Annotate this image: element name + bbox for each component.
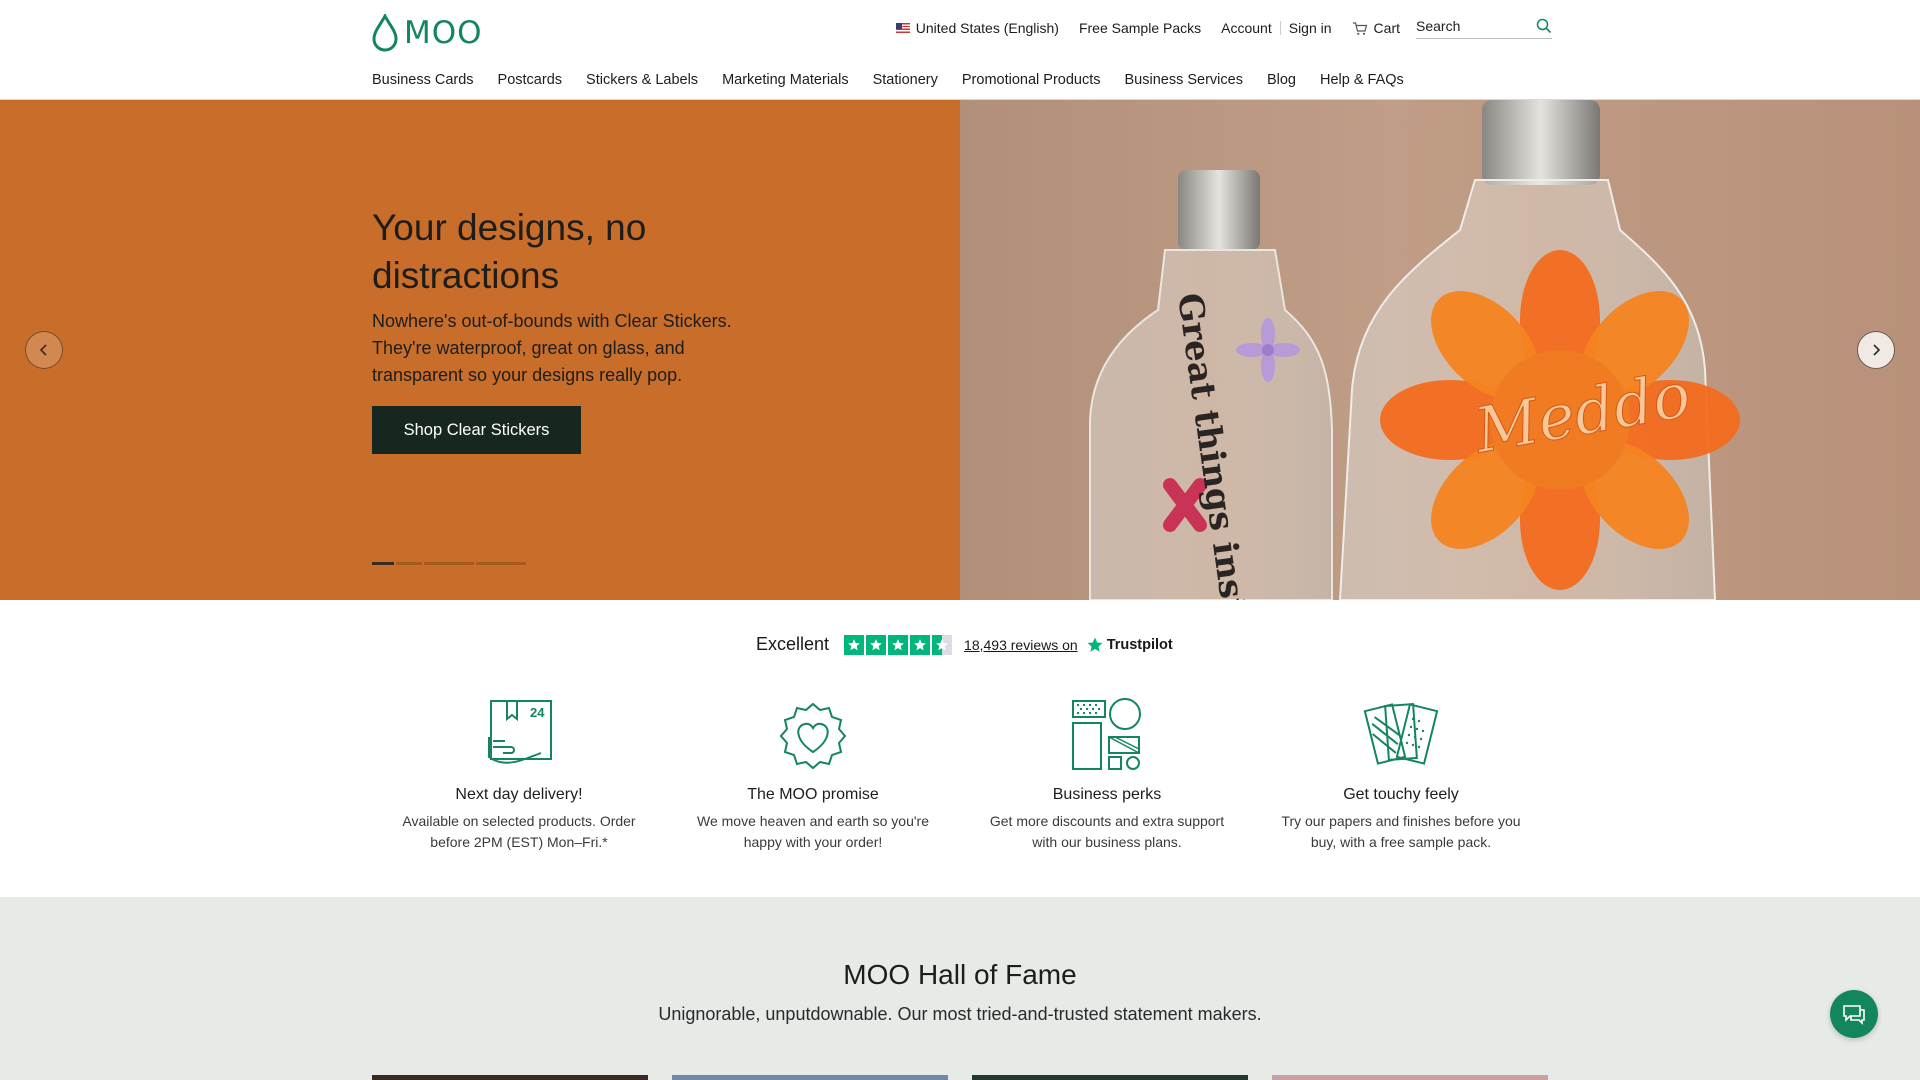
nav-stickers-labels[interactable]: Stickers & Labels: [586, 72, 698, 88]
nav-blog[interactable]: Blog: [1267, 72, 1296, 88]
feature-text: Get more discounts and extra support wit…: [989, 813, 1225, 850]
feature-moo-promise: The MOO promise We move heaven and earth…: [666, 696, 960, 853]
page: MOO United States (English) Free Sample …: [0, 0, 1920, 1080]
free-sample-packs-label: Free Sample Packs: [1078, 20, 1202, 36]
carousel-dot-1[interactable]: [372, 562, 394, 565]
feature-text: We move heaven and earth so you're happy…: [697, 813, 929, 850]
star-icon: [866, 634, 887, 655]
delivery-badge: 24: [530, 705, 545, 720]
us-flag-icon: [895, 23, 910, 33]
sign-in-link[interactable]: Sign in: [1281, 20, 1342, 36]
feature-title: The MOO promise: [747, 786, 879, 803]
hall-of-fame-section: MOO Hall of Fame Unignorable, unputdowna…: [0, 897, 1920, 1080]
feature-title: Business perks: [1052, 786, 1162, 803]
region-selector[interactable]: United States (English): [886, 20, 1069, 36]
half-star-icon: [932, 634, 953, 655]
carousel-dot-2[interactable]: [396, 562, 422, 565]
heart-badge-icon: [779, 702, 847, 770]
carousel-indicators: [372, 562, 526, 565]
hall-of-fame-subtitle: Unignorable, unputdownable. Our most tri…: [658, 1004, 1262, 1024]
account-label: Account: [1221, 20, 1272, 36]
hero-description: Nowhere's out-of-bounds with Clear Stick…: [372, 311, 732, 385]
free-sample-packs-link[interactable]: Free Sample Packs: [1069, 20, 1211, 36]
carousel-dot-3[interactable]: [424, 562, 474, 565]
product-card[interactable]: [672, 1075, 948, 1080]
nav-promotional-products[interactable]: Promotional Products: [962, 72, 1101, 88]
trustpilot-reviews-link[interactable]: 18,493 reviews on: [964, 637, 1078, 653]
trustpilot-rating-label: Excellent: [756, 634, 830, 654]
trustpilot-star-icon: [1087, 637, 1103, 652]
nav-marketing-materials[interactable]: Marketing Materials: [722, 72, 849, 88]
feature-business-perks: Business perks Get more discounts and ex…: [960, 696, 1254, 853]
chat-button[interactable]: [1830, 990, 1878, 1038]
trustpilot-brand: Trustpilot: [1086, 636, 1173, 654]
star-icon: [888, 634, 909, 655]
business-shapes-icon: [1072, 698, 1141, 770]
hall-of-fame-title: MOO Hall of Fame: [843, 959, 1077, 990]
hero-title: Your designs, no distractions: [372, 207, 647, 296]
chevron-right-icon: [1873, 344, 1881, 356]
nav-stationery[interactable]: Stationery: [873, 72, 938, 88]
carousel-next-button[interactable]: [1857, 331, 1895, 369]
cart-link[interactable]: Cart: [1342, 20, 1410, 36]
site-header: MOO United States (English) Free Sample …: [0, 0, 1920, 100]
feature-text: Try our papers and finishes before you b…: [1281, 813, 1521, 850]
chat-bubble-icon: [1843, 1005, 1865, 1025]
account-link[interactable]: Account: [1211, 20, 1280, 36]
product-card[interactable]: [1272, 1075, 1548, 1080]
cart-icon: [1352, 21, 1367, 35]
search-input[interactable]: [1416, 17, 1526, 34]
delivery-box-icon: 24: [488, 700, 552, 764]
product-card[interactable]: [372, 1075, 648, 1080]
shop-clear-stickers-button[interactable]: Shop Clear Stickers: [372, 406, 581, 454]
star-icon: [910, 634, 931, 655]
bottles-illustration: Great things inside! Meddo: [1089, 100, 1740, 600]
cart-label: Cart: [1373, 20, 1400, 36]
trustpilot-stars: [844, 634, 953, 655]
nav-business-cards[interactable]: Business Cards: [372, 72, 474, 88]
utility-bar: United States (English) Free Sample Pack…: [886, 17, 1552, 39]
feature-text: Available on selected products. Order be…: [402, 813, 636, 850]
carousel-prev-button[interactable]: [25, 331, 63, 369]
search-box: [1416, 17, 1552, 39]
moo-logo[interactable]: MOO: [372, 14, 483, 52]
sign-in-label: Sign in: [1288, 20, 1332, 36]
hero-image: Great things inside! Meddo: [960, 100, 1920, 600]
hero-carousel: Your designs, no distractions Nowhere's …: [0, 100, 1920, 600]
features-row: 24 Next day delivery! Available on selec…: [372, 696, 1548, 853]
trustpilot-brand-label: Trustpilot: [1106, 636, 1173, 653]
product-card[interactable]: [972, 1075, 1248, 1080]
nav-help-faqs[interactable]: Help & FAQs: [1320, 72, 1404, 88]
feature-touchy-feely: Get touchy feely Try our papers and fini…: [1254, 696, 1548, 853]
main-nav: Business Cards Postcards Stickers & Labe…: [372, 72, 1428, 88]
hall-of-fame-cards: [372, 1075, 1548, 1080]
trustpilot-widget[interactable]: Excellent 18,493 reviews on Trustpilot: [756, 634, 1173, 655]
nav-postcards[interactable]: Postcards: [498, 72, 562, 88]
region-label: United States (English): [915, 20, 1059, 36]
paper-samples-icon: [1363, 703, 1439, 765]
logo-text: MOO: [404, 15, 483, 51]
nav-business-services[interactable]: Business Services: [1125, 72, 1243, 88]
hero-text-panel: Your designs, no distractions Nowhere's …: [0, 100, 960, 600]
carousel-dot-4[interactable]: [476, 562, 526, 565]
chevron-left-icon: [39, 344, 47, 356]
feature-next-day-delivery: 24 Next day delivery! Available on selec…: [372, 696, 666, 853]
search-icon[interactable]: [1536, 18, 1552, 34]
star-icon: [844, 634, 865, 655]
moo-drop-icon: [372, 14, 398, 52]
feature-title: Get touchy feely: [1343, 786, 1459, 803]
feature-title: Next day delivery!: [455, 786, 583, 803]
